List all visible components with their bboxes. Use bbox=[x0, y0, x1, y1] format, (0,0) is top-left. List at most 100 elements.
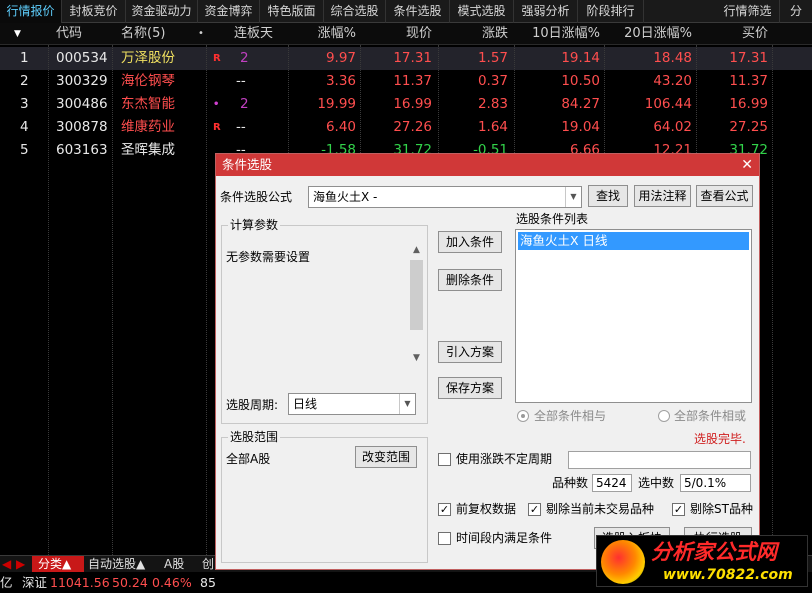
top-tab-bar: 行情报价 封板竞价 资金驱动力 资金博弈 特色版面 综合选股 条件选股 模式选股… bbox=[0, 0, 812, 23]
row-pct20: 18.48 bbox=[653, 50, 692, 66]
col-pct10[interactable]: 10日涨幅% bbox=[520, 23, 600, 45]
view-formula-button[interactable]: 查看公式 bbox=[696, 185, 753, 207]
variable-period-input[interactable] bbox=[568, 451, 751, 469]
tab-stage-rank[interactable]: 阶段排行 bbox=[578, 0, 644, 23]
row-limit-days: -- bbox=[236, 73, 246, 89]
index-name[interactable]: 深证 bbox=[22, 572, 47, 593]
delete-condition-button[interactable]: 删除条件 bbox=[438, 269, 502, 291]
row-marker: R bbox=[213, 53, 221, 64]
list-item[interactable]: 海鱼火土X 日线 bbox=[518, 232, 749, 250]
tab-capital-drive[interactable]: 资金驱动力 bbox=[126, 0, 198, 23]
params-scrollbar[interactable]: ▲ ▼ bbox=[408, 242, 425, 366]
table-row[interactable]: 2 300329 海伦钢琴 -- 3.36 11.37 0.37 10.50 4… bbox=[0, 70, 812, 93]
save-plan-button[interactable]: 保存方案 bbox=[438, 377, 502, 399]
tab-growth[interactable]: 创 bbox=[202, 556, 216, 573]
variable-period-checkbox[interactable] bbox=[438, 453, 451, 466]
table-row[interactable]: 4 300878 维康药业 R -- 6.40 27.26 1.64 19.04… bbox=[0, 116, 812, 139]
watermark-title: 分析家公式网 bbox=[651, 540, 777, 564]
period-satisfy-checkbox[interactable] bbox=[438, 532, 451, 545]
row-index: 4 bbox=[20, 119, 29, 135]
column-divider bbox=[206, 45, 207, 555]
row-bid: 11.37 bbox=[729, 73, 768, 89]
period-value: 日线 bbox=[293, 397, 318, 411]
tab-comprehensive-pick[interactable]: 综合选股 bbox=[324, 0, 386, 23]
range-label: 选股范围 bbox=[228, 429, 281, 445]
import-plan-button[interactable]: 引入方案 bbox=[438, 341, 502, 363]
index-pct: 0.46% bbox=[152, 575, 192, 590]
radio-or-label: 全部条件相或 bbox=[674, 409, 747, 423]
radio-or[interactable] bbox=[658, 410, 670, 422]
tab-more[interactable]: 分 bbox=[780, 0, 812, 23]
radio-and[interactable] bbox=[517, 410, 529, 422]
col-name[interactable]: 名称(5) bbox=[121, 23, 165, 45]
chevron-down-icon[interactable]: ▼ bbox=[399, 394, 415, 414]
remove-st-checkbox[interactable]: ✓ bbox=[672, 503, 685, 516]
row-price: 17.31 bbox=[393, 50, 432, 66]
col-bid[interactable]: 买价 bbox=[720, 23, 768, 45]
tab-feature-layout[interactable]: 特色版面 bbox=[260, 0, 324, 23]
tab-strength-analysis[interactable]: 强弱分析 bbox=[514, 0, 578, 23]
col-pct[interactable]: 涨幅% bbox=[300, 23, 356, 45]
condition-pick-dialog: 条件选股 ✕ 条件选股公式 海鱼火土X - ▼ 查找 用法注释 查看公式 计算参… bbox=[215, 153, 760, 570]
col-limit-days[interactable]: 连板天 bbox=[234, 23, 273, 45]
chevron-down-icon[interactable]: ▼ bbox=[565, 187, 581, 207]
tab-limit-auction[interactable]: 封板竞价 bbox=[62, 0, 126, 23]
col-pct20[interactable]: 20日涨幅% bbox=[608, 23, 692, 45]
row-change: 2.83 bbox=[477, 96, 508, 112]
adjust-checkbox[interactable]: ✓ bbox=[438, 503, 451, 516]
condition-list[interactable]: 海鱼火土X 日线 bbox=[515, 229, 752, 403]
row-bid: 17.31 bbox=[729, 50, 768, 66]
period-select[interactable]: 日线 ▼ bbox=[288, 393, 416, 415]
scroll-left-icon[interactable]: ◀ bbox=[2, 556, 14, 573]
condition-list-label: 选股条件列表 bbox=[516, 212, 589, 226]
tab-auto-pick[interactable]: 自动选股▲ bbox=[88, 556, 160, 573]
chevron-up-icon[interactable]: ▲ bbox=[408, 242, 425, 258]
tab-capital-game[interactable]: 资金博弈 bbox=[198, 0, 260, 23]
row-price: 11.37 bbox=[393, 73, 432, 89]
watermark-url: www.70822.com bbox=[663, 567, 793, 583]
sort-down-icon[interactable]: ▼ bbox=[14, 23, 28, 45]
row-pct: 3.36 bbox=[325, 73, 356, 89]
usage-notes-button[interactable]: 用法注释 bbox=[634, 185, 691, 207]
row-marker: R bbox=[213, 122, 221, 133]
formula-select[interactable]: 海鱼火土X - ▼ bbox=[308, 186, 582, 208]
row-pct10: 19.04 bbox=[561, 119, 600, 135]
col-price[interactable]: 现价 bbox=[380, 23, 432, 45]
remove-untraded-checkbox[interactable]: ✓ bbox=[528, 503, 541, 516]
add-condition-button[interactable]: 加入条件 bbox=[438, 231, 502, 253]
close-icon[interactable]: ✕ bbox=[741, 154, 753, 176]
scroll-right-icon[interactable]: ▶ bbox=[16, 556, 28, 573]
params-text: 无参数需要设置 bbox=[226, 250, 311, 264]
formula-label: 条件选股公式 bbox=[220, 190, 293, 204]
tab-category[interactable]: 分类▲ bbox=[32, 556, 84, 573]
find-button[interactable]: 查找 bbox=[588, 185, 628, 207]
tab-a-shares[interactable]: A股 bbox=[164, 556, 198, 573]
col-code[interactable]: 代码 bbox=[56, 23, 82, 45]
range-group: 选股范围 全部A股 改变范围 bbox=[221, 429, 428, 563]
tab-pattern-pick[interactable]: 模式选股 bbox=[450, 0, 514, 23]
table-header: ▼ 代码 名称(5) • 连板天 涨幅% 现价 涨跌 10日涨幅% 20日涨幅%… bbox=[0, 23, 812, 45]
column-divider bbox=[772, 45, 773, 555]
row-index: 2 bbox=[20, 73, 29, 89]
col-marker[interactable]: • bbox=[198, 23, 204, 45]
row-pct10: 19.14 bbox=[561, 50, 600, 66]
row-pct20: 64.02 bbox=[653, 119, 692, 135]
row-pct10: 10.50 bbox=[561, 73, 600, 89]
table-row[interactable]: 3 300486 东杰智能 • 2 19.99 16.99 2.83 84.27… bbox=[0, 93, 812, 116]
row-pct: 19.99 bbox=[317, 96, 356, 112]
column-divider bbox=[112, 45, 113, 555]
tab-quotes[interactable]: 行情报价 bbox=[0, 0, 62, 23]
col-change[interactable]: 涨跌 bbox=[460, 23, 508, 45]
count-label: 品种数 bbox=[552, 476, 589, 490]
change-range-button[interactable]: 改变范围 bbox=[355, 446, 417, 468]
tab-quote-filter[interactable]: 行情筛选 bbox=[716, 0, 780, 23]
row-limit-days: 2 bbox=[240, 50, 249, 66]
row-pct20: 106.44 bbox=[644, 96, 692, 112]
scroll-thumb[interactable] bbox=[410, 260, 423, 330]
table-row[interactable]: 1 000534 万泽股份 R 2 9.97 17.31 1.57 19.14 … bbox=[0, 47, 812, 70]
tab-condition-pick[interactable]: 条件选股 bbox=[386, 0, 450, 23]
count-value: 5424 bbox=[592, 474, 632, 492]
row-code: 000534 bbox=[56, 50, 108, 66]
chevron-down-icon[interactable]: ▼ bbox=[408, 350, 425, 366]
logo-emblem-icon bbox=[601, 540, 645, 584]
